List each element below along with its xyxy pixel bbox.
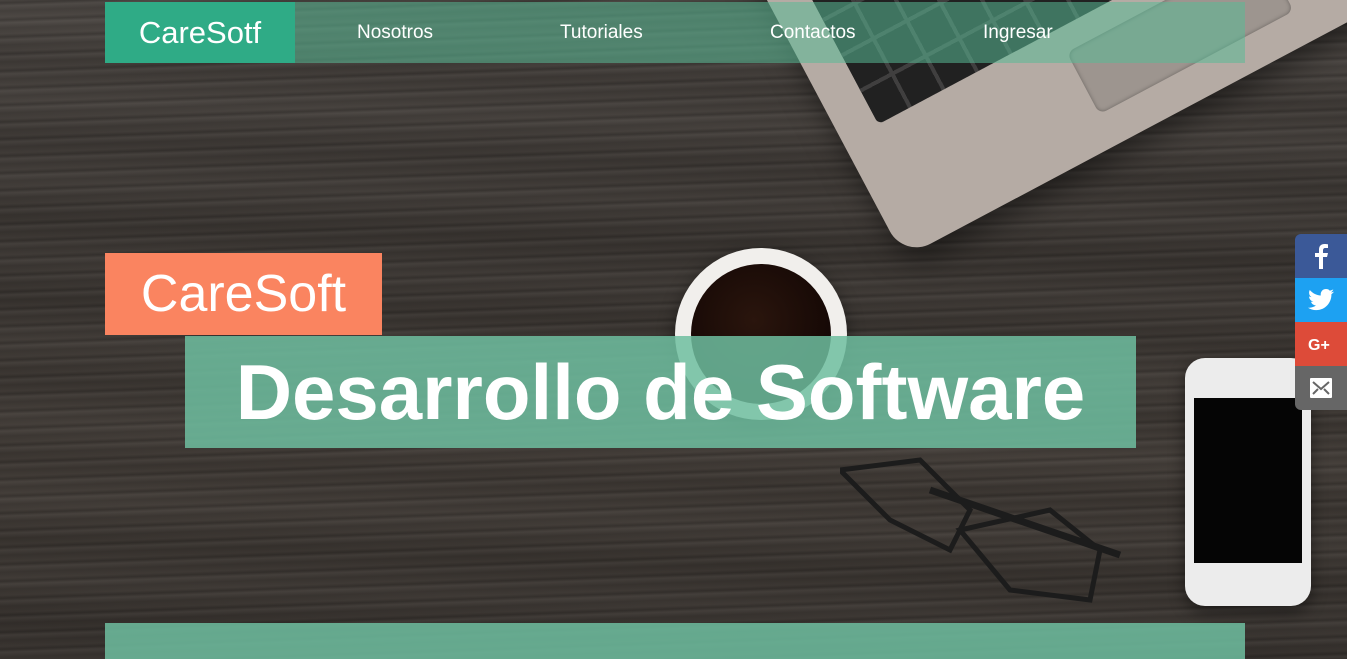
phone-image [1185,358,1311,606]
glasses-image [840,457,1122,603]
social-sidebar: G+ [1295,234,1347,410]
svg-text:G+: G+ [1308,337,1330,353]
navbar: CareSotf Nosotros Tutoriales Contactos I… [105,2,1245,63]
nav-item-ingresar[interactable]: Ingresar [983,2,1053,63]
hero-badge: CareSoft [105,253,382,335]
facebook-button[interactable] [1295,234,1347,278]
google-plus-icon: G+ [1308,337,1330,353]
mail-icon [1310,378,1332,398]
page: CareSotf Nosotros Tutoriales Contactos I… [0,0,1347,659]
nav-item-contactos[interactable]: Contactos [770,2,856,63]
twitter-icon [1308,289,1334,311]
bottom-panel [105,623,1245,659]
brand-logo[interactable]: CareSotf [105,2,295,63]
nav-item-nosotros[interactable]: Nosotros [357,2,433,63]
twitter-button[interactable] [1295,278,1347,322]
google-plus-button[interactable]: G+ [1295,322,1347,366]
hero-title: Desarrollo de Software [235,347,1086,436]
facebook-icon [1315,244,1328,269]
mail-button[interactable] [1295,366,1347,410]
nav-item-tutoriales[interactable]: Tutoriales [560,2,643,63]
hero-title-box: Desarrollo de Software [185,336,1136,448]
